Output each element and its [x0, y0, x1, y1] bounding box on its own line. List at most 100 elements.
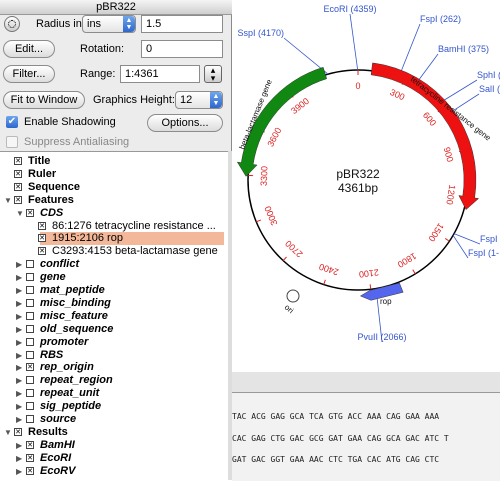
enable-shadowing-checkbox[interactable]: ✔: [6, 116, 18, 128]
ruler-tick-label: 3300: [259, 166, 270, 186]
tree-checkbox[interactable]: [26, 454, 34, 462]
tree-row[interactable]: 1915:2106 rop: [40, 232, 224, 245]
range-popup-button[interactable]: ▴▾: [204, 65, 222, 83]
tree-row[interactable]: ▶ repeat_unit: [0, 387, 228, 400]
tree-row[interactable]: ▶gene: [0, 271, 228, 284]
disclosure-closed-icon[interactable]: ▶: [16, 258, 24, 271]
tree-row[interactable]: ▼ Results: [0, 426, 228, 439]
tree-checkbox[interactable]: [14, 196, 22, 204]
tree-row[interactable]: ▶promoter: [0, 336, 228, 349]
plasmid-map-view[interactable]: EcoRI (4359)SspI (4170)FspI (262)BamHI (…: [232, 0, 500, 392]
options-button[interactable]: Options...: [147, 114, 223, 132]
tree-checkbox[interactable]: [26, 325, 34, 333]
tree-checkbox[interactable]: [26, 467, 34, 475]
filter-button[interactable]: Filter...: [3, 65, 55, 83]
tree-checkbox[interactable]: [26, 363, 34, 371]
tree-row[interactable]: ▶ misc_binding: [0, 297, 228, 310]
tree-row-label: Features: [28, 194, 74, 207]
tree-row[interactable]: Sequence: [0, 181, 228, 194]
radius-input[interactable]: 1.5: [141, 15, 223, 33]
disclosure-closed-icon[interactable]: ▶: [16, 400, 24, 413]
tree-row[interactable]: ▼CDS: [0, 207, 228, 220]
disclosure-closed-icon[interactable]: ▶: [16, 336, 24, 349]
disclosure-open-icon[interactable]: ▼: [4, 194, 12, 207]
disclosure-closed-icon[interactable]: ▶: [16, 452, 24, 465]
tree-row[interactable]: ▶RBS: [0, 349, 228, 362]
close-button[interactable]: [4, 16, 20, 32]
tree-row[interactable]: ▶mat_peptide: [0, 284, 228, 297]
site-label: SphI (56: [477, 70, 500, 80]
tree-row[interactable]: ▶ BamHI: [0, 439, 228, 452]
tree-checkbox[interactable]: [26, 299, 34, 307]
tree-row[interactable]: 86:1276 tetracycline resistance ...: [0, 220, 228, 233]
tree-row-label: Results: [28, 426, 68, 439]
tree-checkbox[interactable]: [26, 402, 34, 410]
disclosure-open-icon[interactable]: ▼: [16, 207, 24, 220]
disclosure-closed-icon[interactable]: ▶: [16, 323, 24, 336]
tree-checkbox[interactable]: [26, 209, 34, 217]
suppress-antialiasing-checkbox[interactable]: [6, 136, 18, 148]
tree-row[interactable]: ▶old_sequence: [0, 323, 228, 336]
disclosure-closed-icon[interactable]: ▶: [16, 349, 24, 362]
tree-checkbox[interactable]: [26, 338, 34, 346]
site-label: EcoRI (4359): [323, 4, 376, 14]
rotation-input[interactable]: 0: [141, 40, 223, 58]
disclosure-closed-icon[interactable]: ▶: [16, 387, 24, 400]
tree-row[interactable]: ▶misc_feature: [0, 310, 228, 323]
disclosure-closed-icon[interactable]: ▶: [16, 439, 24, 452]
ori-marker-icon: [287, 290, 299, 302]
fit-to-window-button[interactable]: Fit to Window: [3, 91, 85, 109]
tree-row[interactable]: Title: [0, 155, 228, 168]
tree-checkbox[interactable]: [38, 234, 46, 242]
tree-row-label: misc_binding: [40, 297, 111, 310]
tree-checkbox[interactable]: [26, 312, 34, 320]
disclosure-closed-icon[interactable]: ▶: [16, 374, 24, 387]
tree-row[interactable]: ▶sig_peptide: [0, 400, 228, 413]
rop-feature-label: rop: [380, 297, 392, 306]
tree-checkbox[interactable]: [26, 273, 34, 281]
tree-checkbox[interactable]: [26, 389, 34, 397]
disclosure-closed-icon[interactable]: ▶: [16, 465, 24, 478]
ruler-tick-label: 900: [442, 146, 456, 163]
disclosure-closed-icon[interactable]: ▶: [16, 413, 24, 426]
tree-row-label: EcoRV: [40, 465, 75, 478]
graphics-height-select[interactable]: 12 ▲▼: [175, 91, 223, 109]
tree-checkbox[interactable]: [26, 376, 34, 384]
tree-row[interactable]: ▼ Features: [0, 194, 228, 207]
radius-unit-select[interactable]: ins ▲▼: [82, 15, 136, 33]
disclosure-closed-icon[interactable]: ▶: [16, 271, 24, 284]
tree-row[interactable]: Ruler: [0, 168, 228, 181]
tree-row-label: repeat_unit: [40, 387, 99, 400]
tree-row-label: rep_origin: [40, 361, 94, 374]
disclosure-open-icon[interactable]: ▼: [4, 426, 12, 439]
tree-checkbox[interactable]: [38, 247, 46, 255]
tree-checkbox[interactable]: [26, 415, 34, 423]
edit-button[interactable]: Edit...: [3, 40, 55, 58]
disclosure-closed-icon[interactable]: ▶: [16, 361, 24, 374]
tree-row[interactable]: ▶conflict: [0, 258, 228, 271]
tree-checkbox[interactable]: [14, 183, 22, 191]
disclosure-closed-icon[interactable]: ▶: [16, 297, 24, 310]
tree-checkbox[interactable]: [26, 260, 34, 268]
sequence-view[interactable]: TAC ACG GAG GCA TCA GTG ACC AAA CAG GAA …: [232, 392, 500, 481]
tree-row[interactable]: ▶EcoRI: [0, 452, 228, 465]
tree-checkbox[interactable]: [38, 222, 46, 230]
tree-checkbox[interactable]: [26, 441, 34, 449]
range-input[interactable]: 1:4361: [120, 65, 200, 83]
tree-row[interactable]: ▶repeat_region: [0, 374, 228, 387]
tree-row[interactable]: ▶ rep_origin: [0, 361, 228, 374]
disclosure-closed-icon[interactable]: ▶: [16, 310, 24, 323]
tree-checkbox[interactable]: [14, 157, 22, 165]
tree-row[interactable]: ▶source: [0, 413, 228, 426]
tree-checkbox[interactable]: [14, 428, 22, 436]
tree-checkbox[interactable]: [26, 286, 34, 294]
tree-checkbox[interactable]: [26, 351, 34, 359]
feature-tree[interactable]: TitleRulerSequence▼Features▼CDS86:1276 t…: [0, 151, 228, 481]
disclosure-closed-icon[interactable]: ▶: [16, 284, 24, 297]
ruler-tick-label: 2700: [283, 238, 304, 259]
tree-row[interactable]: C3293:4153 beta-lactamase gene: [0, 245, 228, 258]
tree-row[interactable]: ▶ EcoRV: [0, 465, 228, 478]
tree-row-label: BamHI: [40, 439, 75, 452]
sequence-line: GAT GAC GGT GAA AAC CTC TGA CAC ATG CAG …: [232, 455, 439, 464]
tree-checkbox[interactable]: [14, 170, 22, 178]
